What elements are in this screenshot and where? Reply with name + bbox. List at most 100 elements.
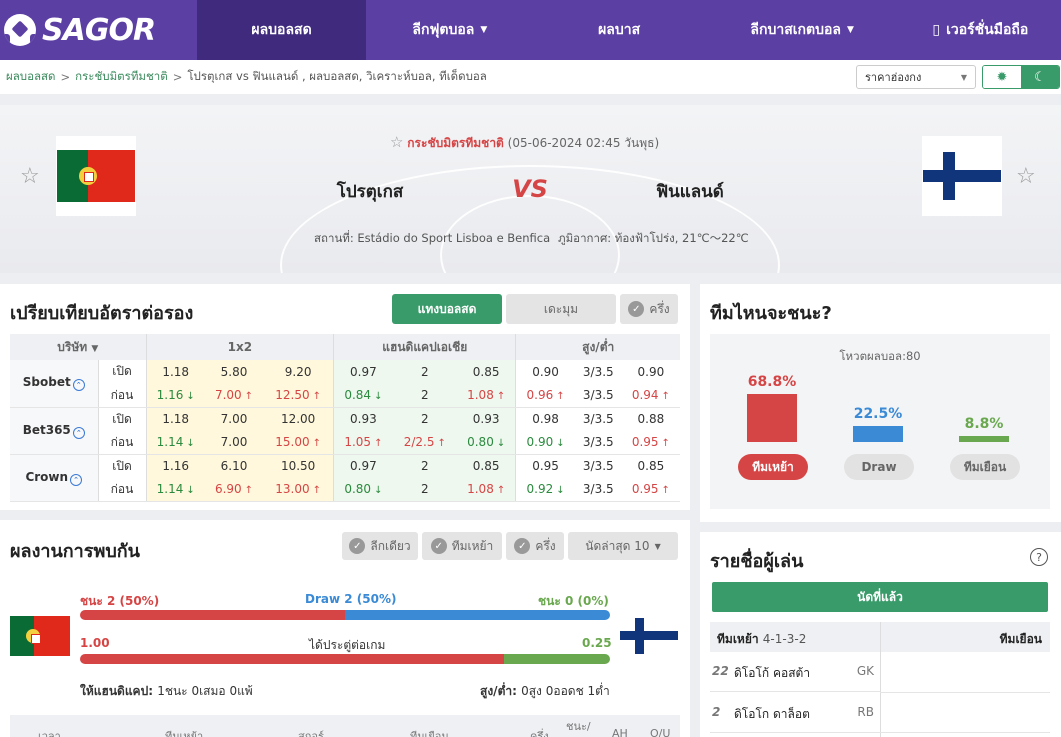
half-toggle[interactable]: ✓ ครึ่ง bbox=[620, 294, 678, 324]
col-score: สกอร์ bbox=[298, 730, 324, 737]
home-team-filter[interactable]: ✓ ทีมเหย้า bbox=[422, 532, 502, 560]
odds-value: 0.85 bbox=[456, 360, 516, 384]
sun-icon[interactable]: ✹ bbox=[983, 66, 1021, 88]
player-row[interactable]: 2 ดิโอโก ดาล็อต RB bbox=[710, 693, 880, 733]
home-wins-segment bbox=[80, 610, 345, 620]
last-matches-select[interactable]: นัดล่าสุด 10 ▼ bbox=[568, 532, 678, 560]
competition-name[interactable]: กระชับมิตรทีมชาติ bbox=[407, 136, 504, 150]
odds-number: 1.18 bbox=[162, 412, 190, 426]
odds-number: 0.90 bbox=[532, 364, 559, 379]
odds-value: 6.90 ↑ bbox=[204, 477, 264, 502]
vote-away-button[interactable]: ทีมเยือน bbox=[950, 454, 1020, 480]
home-team-name[interactable]: โปรตุเกส bbox=[300, 178, 440, 205]
caret-down-icon: ▼ bbox=[480, 25, 488, 35]
odds-value: 0.95 ↑ bbox=[621, 477, 680, 502]
nav-basketball-leagues[interactable]: ลีกบาสเกตบอล ▼ bbox=[705, 0, 900, 60]
odds-number: 1.18 bbox=[162, 364, 190, 379]
breadcrumb-sep: > bbox=[172, 70, 183, 84]
portugal-flag-icon bbox=[10, 616, 70, 656]
odds-value: 1.16 bbox=[146, 454, 205, 478]
odds-number: 1.08 bbox=[467, 388, 494, 402]
home-lineup-tab[interactable]: ทีมเหย้า 4-1-3-2 bbox=[717, 630, 806, 649]
check-icon: ✓ bbox=[349, 538, 366, 554]
odds-format-select[interactable]: ราคาฮ่องกง ▼ bbox=[856, 65, 976, 89]
over-under-label: สูง/ต่ำ: bbox=[480, 684, 517, 698]
odds-number: 0.90 bbox=[637, 364, 665, 379]
arrow-up-icon: ↑ bbox=[312, 391, 322, 402]
odds-number: 0.90 bbox=[526, 435, 554, 449]
venue: สถานที่: Estádio do Sport Lisboa e Benfi… bbox=[314, 231, 551, 245]
finland-flag-icon bbox=[923, 152, 1001, 200]
chart-icon[interactable]: ⌃ bbox=[72, 426, 85, 439]
breadcrumb-current: โปรตุเกส vs ฟินแลนด์ , ผลบอลสด, วิเคราะห… bbox=[187, 69, 487, 83]
favorite-away-star-icon[interactable]: ☆ bbox=[1016, 164, 1036, 189]
breadcrumb-league[interactable]: กระชับมิตรทีมชาติ bbox=[75, 68, 168, 86]
opening-label: เปิด bbox=[98, 360, 147, 384]
odds-value: 7.00 ↑ bbox=[204, 383, 264, 408]
odds-number: 0.93 bbox=[350, 412, 377, 426]
odds-number: 12.00 bbox=[280, 412, 316, 426]
vote-draw-button[interactable]: Draw bbox=[844, 454, 914, 480]
col-time: เวลา bbox=[38, 730, 61, 737]
bookmaker-name[interactable]: Crown ⌃ bbox=[10, 454, 99, 502]
vote-home-button[interactable]: ทีมเหย้า bbox=[738, 454, 808, 480]
nav-label: ผลบาส bbox=[598, 22, 641, 38]
arrow-up-icon: ↑ bbox=[437, 438, 446, 449]
favorite-home-star-icon[interactable]: ☆ bbox=[20, 164, 40, 189]
help-icon[interactable]: ? bbox=[1030, 548, 1048, 566]
home-tab-label: ทีมเหย้า bbox=[717, 632, 759, 646]
same-league-filter[interactable]: ✓ ลีกเดียว bbox=[342, 532, 418, 560]
half-filter[interactable]: ✓ ครึ่ง bbox=[506, 532, 564, 560]
away-team-name[interactable]: ฟินแลนด์ bbox=[620, 178, 760, 205]
away-lineup-tab[interactable]: ทีมเยือน bbox=[1000, 630, 1042, 649]
arrow-up-icon: ↑ bbox=[244, 391, 254, 402]
player-row[interactable]: 22 ดิโอโก้ คอสต้า GK bbox=[710, 652, 880, 692]
home-team-flag bbox=[56, 136, 136, 216]
nav-basketball-scores[interactable]: ผลบาส bbox=[533, 0, 704, 60]
odds-value: 3/3.5 bbox=[575, 454, 622, 478]
chart-icon[interactable]: ⌃ bbox=[70, 473, 83, 486]
odds-number: 0.95 bbox=[631, 435, 659, 449]
col-company[interactable]: บริษัท ▼ bbox=[10, 334, 147, 360]
bookmaker-label: Bet365 bbox=[22, 422, 71, 437]
arrow-down-icon: ↓ bbox=[186, 438, 195, 449]
odds-number: 6.10 bbox=[220, 459, 248, 473]
nav-label: ลีกบาสเกตบอล bbox=[750, 22, 841, 38]
odds-comparison-panel: เปรียบเทียบอัตราต่อรอง แทงบอลสด เดะมุม ✓… bbox=[0, 284, 690, 510]
corners-button[interactable]: เดะมุม bbox=[506, 294, 616, 324]
phone-icon: ▯ bbox=[932, 22, 941, 38]
favorite-league-star-icon[interactable]: ☆ bbox=[390, 133, 403, 151]
odds-row: Bet365 ⌃ เปิด 1.18 7.00 12.00 0.93 2 0.93 0.98 3/3… bbox=[10, 407, 680, 455]
moon-icon[interactable]: ☾ bbox=[1021, 66, 1059, 88]
bookmaker-label: Crown bbox=[25, 469, 69, 484]
theme-toggle[interactable]: ✹ ☾ bbox=[982, 65, 1060, 89]
nav-football-leagues[interactable]: ลีกฟุตบอล ▼ bbox=[366, 0, 533, 60]
arrow-up-icon: ↑ bbox=[661, 438, 670, 449]
draw-bar bbox=[853, 426, 903, 442]
vote-area: โหวตผลบอล:80 68.8% 22.5% 8.8% ทีมเหย้า D… bbox=[710, 334, 1050, 509]
bookmaker-name[interactable]: Sbobet ⌃ bbox=[10, 360, 99, 408]
nav-label: เวอร์ชั่นมือถือ bbox=[946, 22, 1029, 38]
odds-value: 5.80 bbox=[204, 360, 264, 384]
live-bet-button[interactable]: แทงบอลสด bbox=[392, 294, 502, 324]
odds-number: 3/3.5 bbox=[582, 459, 614, 473]
nav-live-scores[interactable]: ผลบอลสด bbox=[196, 0, 367, 60]
opening-label: เปิด bbox=[98, 407, 147, 431]
match-datetime: (05-06-2024 02:45 วันพุธ) bbox=[507, 136, 660, 150]
odds-row: ก่อน 1.14 ↓ 6.90 ↑ 13.00 ↑ 0.80 ↓ 2 1.08 ↑ 0.92 ↓ 3/3.… bbox=[10, 477, 680, 502]
away-player-row bbox=[880, 693, 1050, 733]
chart-icon[interactable]: ⌃ bbox=[72, 379, 85, 392]
last-match-button[interactable]: นัดที่แล้ว bbox=[712, 582, 1048, 612]
odds-number: 1.14 bbox=[156, 435, 184, 449]
bookmaker-name[interactable]: Bet365 ⌃ bbox=[10, 407, 99, 455]
chip-label: ทีมเหย้า bbox=[451, 538, 494, 553]
nav-mobile-version[interactable]: ▯ เวอร์ชั่นมือถือ bbox=[900, 0, 1061, 60]
odds-value: 3/3.5 bbox=[574, 477, 622, 502]
site-logo[interactable]: SAGOR bbox=[0, 0, 197, 60]
lineups-panel: รายชื่อผู้เล่น ? นัดที่แล้ว ทีมเหย้า 4-1… bbox=[700, 532, 1061, 737]
odds-number: 2 bbox=[420, 364, 429, 379]
breadcrumb-home[interactable]: ผลบอลสด bbox=[6, 68, 56, 86]
odds-row: Sbobet ⌃ เปิด 1.18 5.80 9.20 0.97 2 0.85 0.90 3/3.… bbox=[10, 360, 680, 408]
odds-number: 0.98 bbox=[532, 412, 559, 426]
h2h-result-bar bbox=[80, 610, 610, 620]
